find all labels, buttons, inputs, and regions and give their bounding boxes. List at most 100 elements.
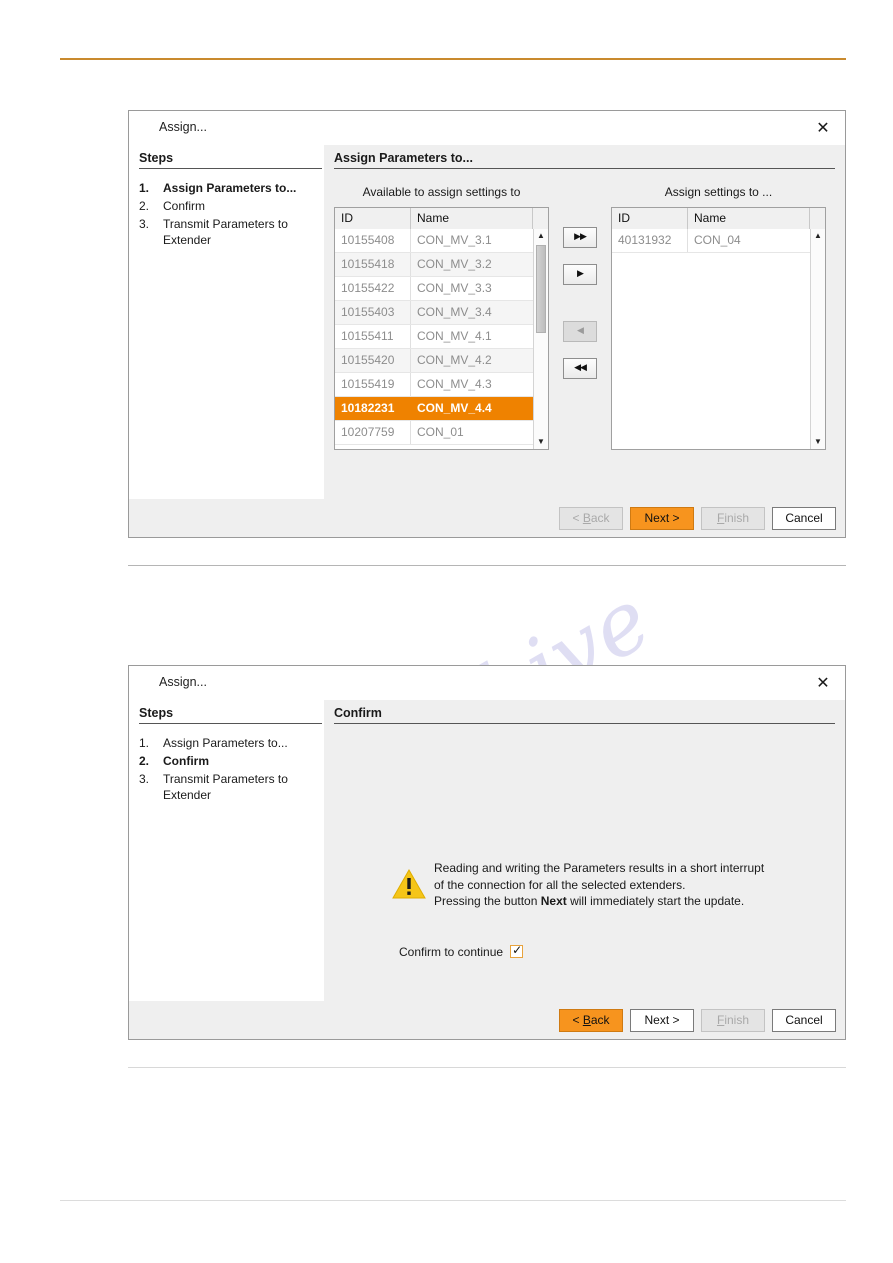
cell-id: 10155418 <box>335 253 411 276</box>
cell-id: 10182231 <box>335 397 411 420</box>
close-icon[interactable]: ✕ <box>813 118 833 138</box>
steps-panel: Steps 1. Assign Parameters to... 2. Conf… <box>129 145 324 535</box>
step-number: 2. <box>139 754 150 768</box>
page-rule-top <box>60 58 846 60</box>
move-right-button[interactable]: ▶ <box>563 264 597 285</box>
scroll-down-icon[interactable]: ▼ <box>811 435 825 449</box>
step-label: Confirm <box>163 754 209 768</box>
page-rule-bottom <box>60 1200 846 1201</box>
move-all-right-button[interactable]: ▶▶ <box>563 227 597 248</box>
cell-name: CON_MV_3.1 <box>417 233 492 247</box>
column-header-id[interactable]: ID <box>612 208 688 229</box>
step-item-3: 3. Transmit Parameters to Extender <box>139 771 323 803</box>
step-label: Assign Parameters to... <box>163 736 288 750</box>
table-row[interactable]: 10155419 CON_MV_4.3 <box>335 373 533 397</box>
scroll-down-icon[interactable]: ▼ <box>534 435 548 449</box>
steps-panel: Steps 1. Assign Parameters to... 2. Conf… <box>129 700 324 1037</box>
cell-id: 10155420 <box>335 349 411 372</box>
warning-line-3: Pressing the button Next will immediatel… <box>434 894 745 908</box>
dialog-title: Assign... <box>159 675 207 689</box>
confirm-checkbox-label: Confirm to continue <box>399 944 504 959</box>
table-row[interactable]: 10207759 CON_01 <box>335 421 533 445</box>
step-number: 2. <box>139 199 150 213</box>
confirm-area: Reading and writing the Parameters resul… <box>334 740 835 959</box>
steps-header: Steps <box>139 151 322 169</box>
content-header: Assign Parameters to... <box>334 151 835 169</box>
step-label: Confirm <box>163 199 206 213</box>
step-number: 1. <box>139 736 150 750</box>
table-row[interactable]: 10155420 CON_MV_4.2 <box>335 349 533 373</box>
step-number: 3. <box>139 217 150 231</box>
move-all-left-button[interactable]: ◀◀ <box>563 358 597 379</box>
grid-header-row: ID Name <box>612 208 825 230</box>
warning-line-1: Reading and writing the Parameters resul… <box>434 861 765 875</box>
cell-name: CON_MV_3.3 <box>417 281 492 295</box>
confirm-to-continue-checkbox[interactable]: ✓ <box>510 943 524 958</box>
finish-button: Finish <box>701 1008 765 1032</box>
assigned-list-scrollbar[interactable]: ▲ ▼ <box>810 229 825 449</box>
table-row[interactable]: 10155422 CON_MV_3.3 <box>335 277 533 301</box>
column-header-name[interactable]: Name <box>688 208 810 229</box>
table-row[interactable]: 10155418 CON_MV_3.2 <box>335 253 533 277</box>
dialog-title: Assign... <box>159 120 207 134</box>
table-row[interactable]: 10155411 CON_MV_4.1 <box>335 325 533 349</box>
column-header-name[interactable]: Name <box>411 208 533 229</box>
table-row[interactable]: 10155403 CON_MV_3.4 <box>335 301 533 325</box>
scroll-up-icon[interactable]: ▲ <box>534 229 548 243</box>
warning-line-2: of the connection for all the selected e… <box>434 877 686 892</box>
cancel-button[interactable]: Cancel <box>772 1008 836 1032</box>
next-button[interactable]: Next > <box>630 506 694 530</box>
warning-message: Reading and writing the Parameters resul… <box>434 860 764 910</box>
scroll-up-icon[interactable]: ▲ <box>811 229 825 243</box>
checkmark-icon: ✓ <box>512 943 523 957</box>
back-button[interactable]: < Back <box>559 1008 623 1032</box>
assigned-list-block: Assign settings to ... ID Name 40131932 … <box>611 185 826 450</box>
available-list-scrollbar[interactable]: ▲ ▼ <box>533 229 548 449</box>
column-header-pad <box>533 208 548 229</box>
transfer-buttons-column: ▶▶ ▶ ◀ ◀◀ <box>549 185 611 379</box>
dialog-footer: < Back Next > Finish Cancel <box>129 1001 845 1039</box>
cell-id: 10155403 <box>335 301 411 324</box>
table-row[interactable]: 10155408 CON_MV_3.1 <box>335 229 533 253</box>
assigned-list-grid[interactable]: ID Name 40131932 CON_04 ▲ ▼ <box>611 207 826 450</box>
cell-name: CON_MV_4.4 <box>417 401 492 415</box>
assigned-list-caption: Assign settings to ... <box>664 185 773 199</box>
cancel-button[interactable]: Cancel <box>772 506 836 530</box>
cell-name: CON_04 <box>694 233 741 247</box>
content-panel: Assign Parameters to... Available to ass… <box>324 145 845 535</box>
cell-id: 10155422 <box>335 277 411 300</box>
dialog-titlebar: Assign... ✕ <box>129 111 845 145</box>
grid-header-row: ID Name <box>335 208 548 230</box>
cell-name: CON_MV_4.3 <box>417 377 492 391</box>
steps-header: Steps <box>139 706 322 724</box>
column-header-id[interactable]: ID <box>335 208 411 229</box>
step-number: 3. <box>139 772 150 786</box>
step-item-2: 2. Confirm <box>139 198 323 214</box>
dialog-titlebar: Assign... ✕ <box>129 666 845 700</box>
warning-triangle-icon <box>392 869 426 899</box>
scrollbar-thumb[interactable] <box>536 245 546 333</box>
step-item-1: 1. Assign Parameters to... <box>139 735 323 751</box>
page-rule-lower <box>128 1067 846 1068</box>
table-row-selected[interactable]: 10182231 CON_MV_4.4 <box>335 397 533 421</box>
dialog-footer: < Back Next > Finish Cancel <box>129 499 845 537</box>
cell-id: 40131932 <box>612 229 688 252</box>
step-item-2: 2. Confirm <box>139 753 323 769</box>
available-list-block: Available to assign settings to ID Name … <box>334 185 549 450</box>
cell-name: CON_MV_3.4 <box>417 305 492 319</box>
steps-list: 1. Assign Parameters to... 2. Confirm 3.… <box>139 180 323 248</box>
finish-button: Finish <box>701 506 765 530</box>
assigned-list-rows: 40131932 CON_04 <box>612 229 810 449</box>
back-button: < Back <box>559 506 623 530</box>
column-header-pad <box>810 208 825 229</box>
available-list-grid[interactable]: ID Name 10155408 CON_MV_3.1 10155418 CON… <box>334 207 549 450</box>
page-rule-middle <box>128 565 846 566</box>
close-icon[interactable]: ✕ <box>813 673 833 693</box>
next-button[interactable]: Next > <box>630 1008 694 1032</box>
assign-parameters-dialog: Assign... ✕ Steps 1. Assign Parameters t… <box>128 110 846 538</box>
available-list-rows: 10155408 CON_MV_3.1 10155418 CON_MV_3.2 … <box>335 229 533 449</box>
step-label: Transmit Parameters to Extender <box>163 772 288 802</box>
table-row[interactable]: 40131932 CON_04 <box>612 229 810 253</box>
cell-id: 10155419 <box>335 373 411 396</box>
warning-row: Reading and writing the Parameters resul… <box>392 860 835 910</box>
